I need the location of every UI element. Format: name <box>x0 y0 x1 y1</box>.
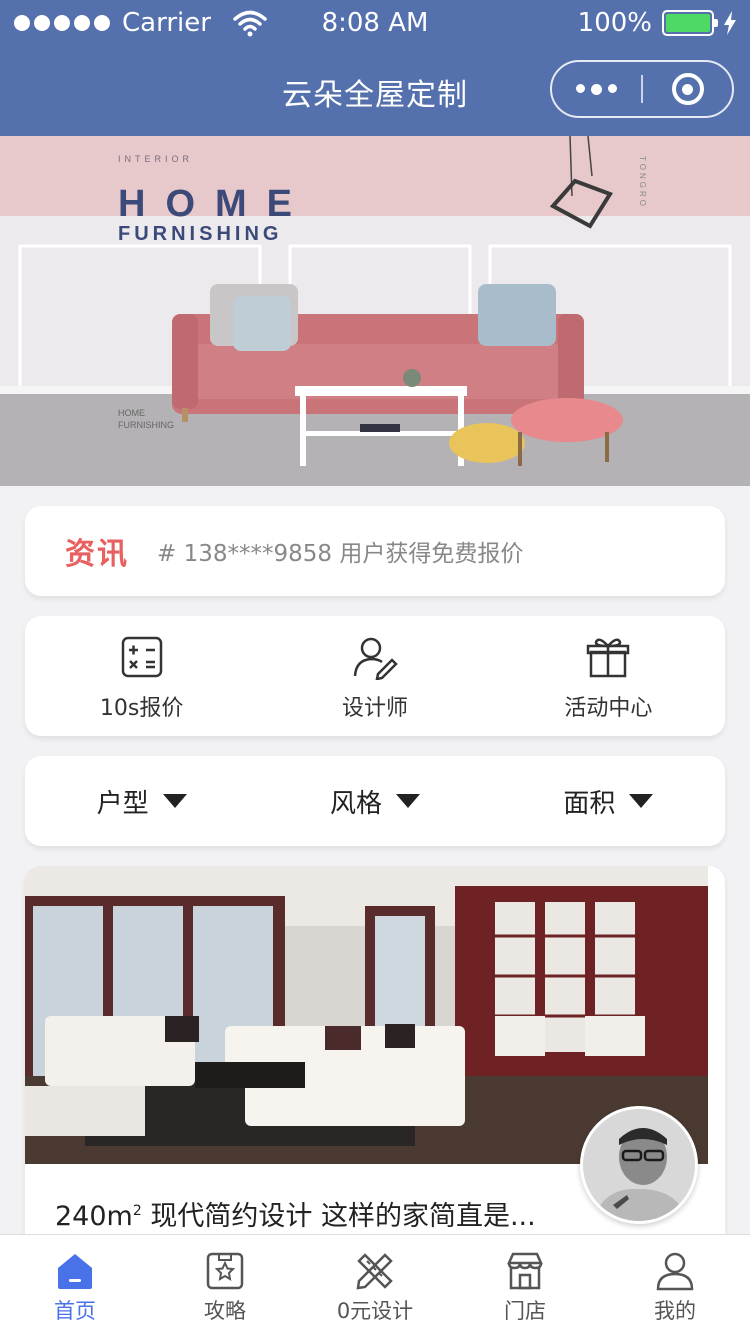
news-tag: 资讯 <box>65 537 129 572</box>
filter-bar: 户型 风格 面积 <box>25 756 725 846</box>
filter-layout[interactable]: 户型 <box>25 783 258 820</box>
tab-guide[interactable]: 攻略 <box>150 1235 300 1334</box>
tab-label: 攻略 <box>204 1299 246 1323</box>
filter-label: 户型 <box>96 788 149 819</box>
entry-designer[interactable]: 设计师 <box>258 616 491 736</box>
entry-quote[interactable]: 10s报价 <box>25 616 258 736</box>
caret-down-icon <box>162 794 187 808</box>
svg-text:HOME: HOME <box>118 408 145 418</box>
more-menu-button[interactable] <box>552 83 641 95</box>
quick-entries: 10s报价 设计师 活动中心 <box>25 616 725 736</box>
case-area-unit-sup: 2 <box>132 1203 142 1219</box>
more-icon <box>576 83 585 93</box>
svg-text:FURNISHING: FURNISHING <box>118 420 174 430</box>
caret-down-icon <box>629 794 654 808</box>
tab-free-design[interactable]: 0元设计 <box>300 1235 450 1334</box>
banner-image: INTERIOR HOME FURNISHING HOME FURNISHING… <box>0 136 750 486</box>
entry-label: 设计师 <box>341 696 408 721</box>
news-text: # 138****9858 用户获得免费报价 <box>157 541 524 567</box>
case-title: 240m2 现代简约设计 这样的家简直是... <box>55 1194 536 1233</box>
tab-store[interactable]: 门店 <box>450 1235 600 1334</box>
app-page: Carrier 8:08 AM 100% 云朵全屋定制 INTERIOR HOM… <box>0 0 750 1334</box>
guide-icon <box>206 1252 244 1290</box>
designer-avatar[interactable] <box>580 1106 698 1224</box>
entry-activity[interactable]: 活动中心 <box>492 616 725 736</box>
design-icon <box>356 1253 393 1290</box>
filter-label: 风格 <box>329 788 382 819</box>
news-ticker[interactable]: 资讯 # 138****9858 用户获得免费报价 <box>25 506 725 596</box>
case-area: 240m <box>55 1201 133 1232</box>
filter-label: 面积 <box>563 788 616 819</box>
svg-text:TONGRO: TONGRO <box>638 156 647 209</box>
top-bar: Carrier 8:08 AM 100% 云朵全屋定制 <box>0 0 750 136</box>
entry-label: 10s报价 <box>99 696 184 721</box>
tab-profile[interactable]: 我的 <box>600 1235 750 1334</box>
home-banner[interactable]: INTERIOR HOME FURNISHING HOME FURNISHING… <box>0 136 750 486</box>
svg-text:INTERIOR: INTERIOR <box>118 154 193 164</box>
bottom-tab-bar: 首页 攻略 0元设计 门店 我的 <box>0 1234 750 1334</box>
profile-icon <box>656 1252 694 1291</box>
case-title-text: 现代简约设计 这样的家简直是... <box>150 1201 536 1232</box>
charging-icon <box>724 11 736 35</box>
tab-label: 门店 <box>504 1299 546 1323</box>
close-miniprogram-button[interactable] <box>643 73 732 105</box>
filter-style[interactable]: 风格 <box>258 783 491 820</box>
battery-percent: 100% <box>577 8 652 38</box>
home-icon <box>58 1254 92 1289</box>
svg-text:FURNISHING: FURNISHING <box>118 223 282 245</box>
status-bar: Carrier 8:08 AM 100% <box>0 0 750 48</box>
caret-down-icon <box>396 794 420 808</box>
svg-text:HOME: HOME <box>118 183 312 225</box>
filter-area[interactable]: 面积 <box>492 783 725 820</box>
miniprogram-capsule <box>550 60 734 118</box>
tab-label: 我的 <box>654 1299 696 1323</box>
tab-label: 0元设计 <box>336 1299 414 1323</box>
tab-home[interactable]: 首页 <box>0 1235 150 1334</box>
tab-label: 首页 <box>54 1299 96 1323</box>
entry-label: 活动中心 <box>564 696 653 721</box>
gift-icon <box>587 638 630 678</box>
target-icon <box>671 73 704 105</box>
designer-icon <box>353 637 398 680</box>
calculator-icon <box>121 636 162 678</box>
store-icon <box>507 1252 543 1290</box>
battery-icon <box>662 10 718 36</box>
